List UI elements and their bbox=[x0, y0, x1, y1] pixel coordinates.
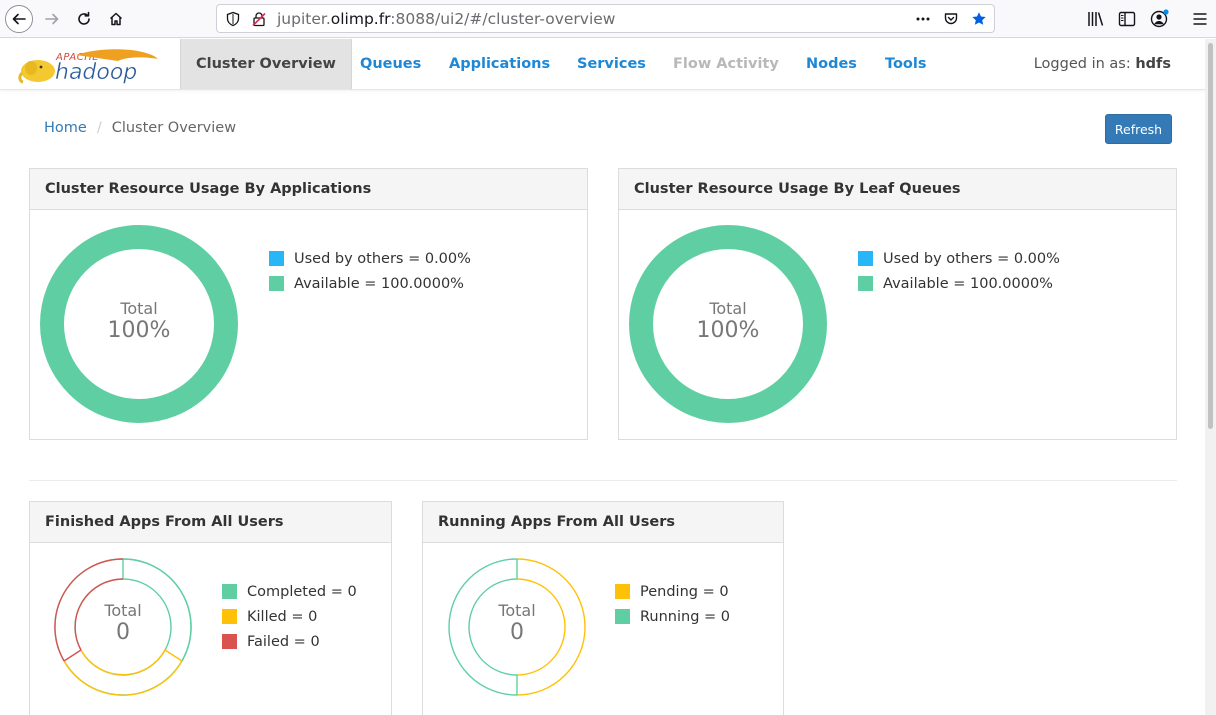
account-icon[interactable] bbox=[1149, 9, 1169, 29]
donut-center-label: Total 100% bbox=[39, 299, 239, 343]
nav-nodes[interactable]: Nodes bbox=[791, 39, 872, 89]
panel-title: Cluster Resource Usage By Leaf Queues bbox=[619, 169, 1176, 210]
reload-button[interactable] bbox=[70, 5, 98, 33]
reload-icon bbox=[78, 11, 90, 25]
donut-total-value: 0 bbox=[116, 620, 130, 645]
legend-item: Used by others = 0.00% bbox=[269, 246, 471, 271]
breadcrumb-home[interactable]: Home bbox=[44, 120, 87, 136]
chart-legend: Pending = 0 Running = 0 bbox=[615, 579, 730, 629]
panel-usage-by-leaf-queues: Cluster Resource Usage By Leaf Queues To… bbox=[618, 168, 1177, 440]
panel-running-apps: Running Apps From All Users Total 0 Pend… bbox=[422, 501, 784, 715]
legend-label: Killed = 0 bbox=[247, 608, 318, 625]
nav-queues[interactable]: Queues bbox=[345, 39, 436, 89]
legend-label: Completed = 0 bbox=[247, 583, 357, 600]
legend-item: Used by others = 0.00% bbox=[858, 246, 1060, 271]
nav-flow-activity[interactable]: Flow Activity bbox=[658, 39, 794, 89]
url-text[interactable]: jupiter.olimp.fr:8088/ui2/#/cluster-over… bbox=[277, 10, 615, 28]
username: hdfs bbox=[1135, 56, 1171, 72]
panel-usage-by-applications: Cluster Resource Usage By Applications T… bbox=[29, 168, 588, 440]
home-button[interactable] bbox=[102, 5, 130, 33]
donut-total-value: 100% bbox=[696, 318, 760, 343]
page-scrollbar[interactable] bbox=[1205, 39, 1216, 715]
forward-button[interactable] bbox=[38, 5, 66, 33]
donut-center-label: Total 0 bbox=[447, 601, 587, 645]
nav-services[interactable]: Services bbox=[562, 39, 661, 89]
legend-label: Available = 100.0000% bbox=[294, 275, 464, 292]
legend-label: Used by others = 0.00% bbox=[883, 250, 1060, 267]
legend-item: Pending = 0 bbox=[615, 579, 730, 604]
breadcrumb: Home / Cluster Overview bbox=[44, 120, 236, 136]
legend-swatch-used bbox=[858, 251, 873, 266]
refresh-button[interactable]: Refresh bbox=[1105, 114, 1172, 144]
chart-legend: Used by others = 0.00% Available = 100.0… bbox=[269, 246, 471, 296]
browser-toolbar: jupiter.olimp.fr:8088/ui2/#/cluster-over… bbox=[0, 0, 1216, 38]
hamburger-menu-icon[interactable] bbox=[1190, 9, 1210, 29]
library-icon[interactable] bbox=[1086, 9, 1106, 29]
logged-in-status: Logged in as: hdfs bbox=[1034, 39, 1171, 89]
donut-total-label: Total bbox=[709, 299, 747, 318]
sidebar-icon[interactable] bbox=[1117, 9, 1137, 29]
insecure-lock-icon[interactable] bbox=[251, 11, 267, 27]
breadcrumb-separator: / bbox=[96, 120, 102, 136]
url-bar[interactable]: jupiter.olimp.fr:8088/ui2/#/cluster-over… bbox=[216, 4, 995, 33]
donut-total-label: Total bbox=[498, 601, 536, 620]
legend-swatch-used bbox=[269, 251, 284, 266]
arrow-right-icon bbox=[45, 13, 59, 25]
panel-title: Running Apps From All Users bbox=[423, 502, 783, 543]
legend-item: Completed = 0 bbox=[222, 579, 357, 604]
legend-item: Killed = 0 bbox=[222, 604, 357, 629]
logged-in-label: Logged in as: bbox=[1033, 56, 1131, 72]
legend-swatch-available bbox=[269, 276, 284, 291]
panel-title: Finished Apps From All Users bbox=[30, 502, 391, 543]
legend-label: Available = 100.0000% bbox=[883, 275, 1053, 292]
legend-swatch-completed bbox=[222, 584, 237, 599]
breadcrumb-current: Cluster Overview bbox=[111, 120, 237, 136]
home-icon bbox=[109, 12, 123, 26]
legend-swatch-available bbox=[858, 276, 873, 291]
donut-total-label: Total bbox=[120, 299, 158, 318]
logo-hadoop-text: hadoop bbox=[55, 60, 137, 85]
scrollbar-thumb[interactable] bbox=[1208, 43, 1213, 429]
app-header: APACHE hadoop Cluster Overview Queues Ap… bbox=[0, 39, 1205, 90]
legend-label: Running = 0 bbox=[640, 608, 731, 625]
more-actions-icon[interactable] bbox=[915, 11, 931, 27]
legend-item: Running = 0 bbox=[615, 604, 730, 629]
donut-killed-arc bbox=[63, 660, 183, 696]
shield-icon[interactable] bbox=[225, 11, 241, 27]
legend-item: Failed = 0 bbox=[222, 629, 357, 654]
legend-label: Used by others = 0.00% bbox=[294, 250, 471, 267]
legend-swatch-failed bbox=[222, 634, 237, 649]
panel-title: Cluster Resource Usage By Applications bbox=[30, 169, 587, 210]
legend-swatch-killed bbox=[222, 609, 237, 624]
donut-total-value: 0 bbox=[510, 620, 524, 645]
legend-item: Available = 100.0000% bbox=[269, 271, 471, 296]
hadoop-logo[interactable]: APACHE hadoop bbox=[18, 49, 163, 85]
pocket-icon[interactable] bbox=[943, 11, 959, 27]
donut-center-label: Total 0 bbox=[53, 601, 193, 645]
chart-legend: Completed = 0 Killed = 0 Failed = 0 bbox=[222, 579, 357, 654]
nav-applications[interactable]: Applications bbox=[434, 39, 565, 89]
chart-legend: Used by others = 0.00% Available = 100.0… bbox=[858, 246, 1060, 296]
legend-swatch-pending bbox=[615, 584, 630, 599]
legend-label: Failed = 0 bbox=[247, 633, 320, 650]
section-divider bbox=[29, 480, 1177, 481]
nav-cluster-overview[interactable]: Cluster Overview bbox=[180, 39, 352, 89]
legend-item: Available = 100.0000% bbox=[858, 271, 1060, 296]
bookmark-star-icon[interactable] bbox=[971, 11, 987, 27]
arrow-left-icon bbox=[12, 13, 26, 25]
donut-total-label: Total bbox=[104, 601, 142, 620]
legend-swatch-running bbox=[615, 609, 630, 624]
legend-label: Pending = 0 bbox=[640, 583, 729, 600]
back-button[interactable] bbox=[5, 5, 33, 33]
panel-finished-apps: Finished Apps From All Users Total 0 Com… bbox=[29, 501, 392, 715]
donut-center-label: Total 100% bbox=[628, 299, 828, 343]
nav-tools[interactable]: Tools bbox=[870, 39, 942, 89]
donut-total-value: 100% bbox=[107, 318, 171, 343]
